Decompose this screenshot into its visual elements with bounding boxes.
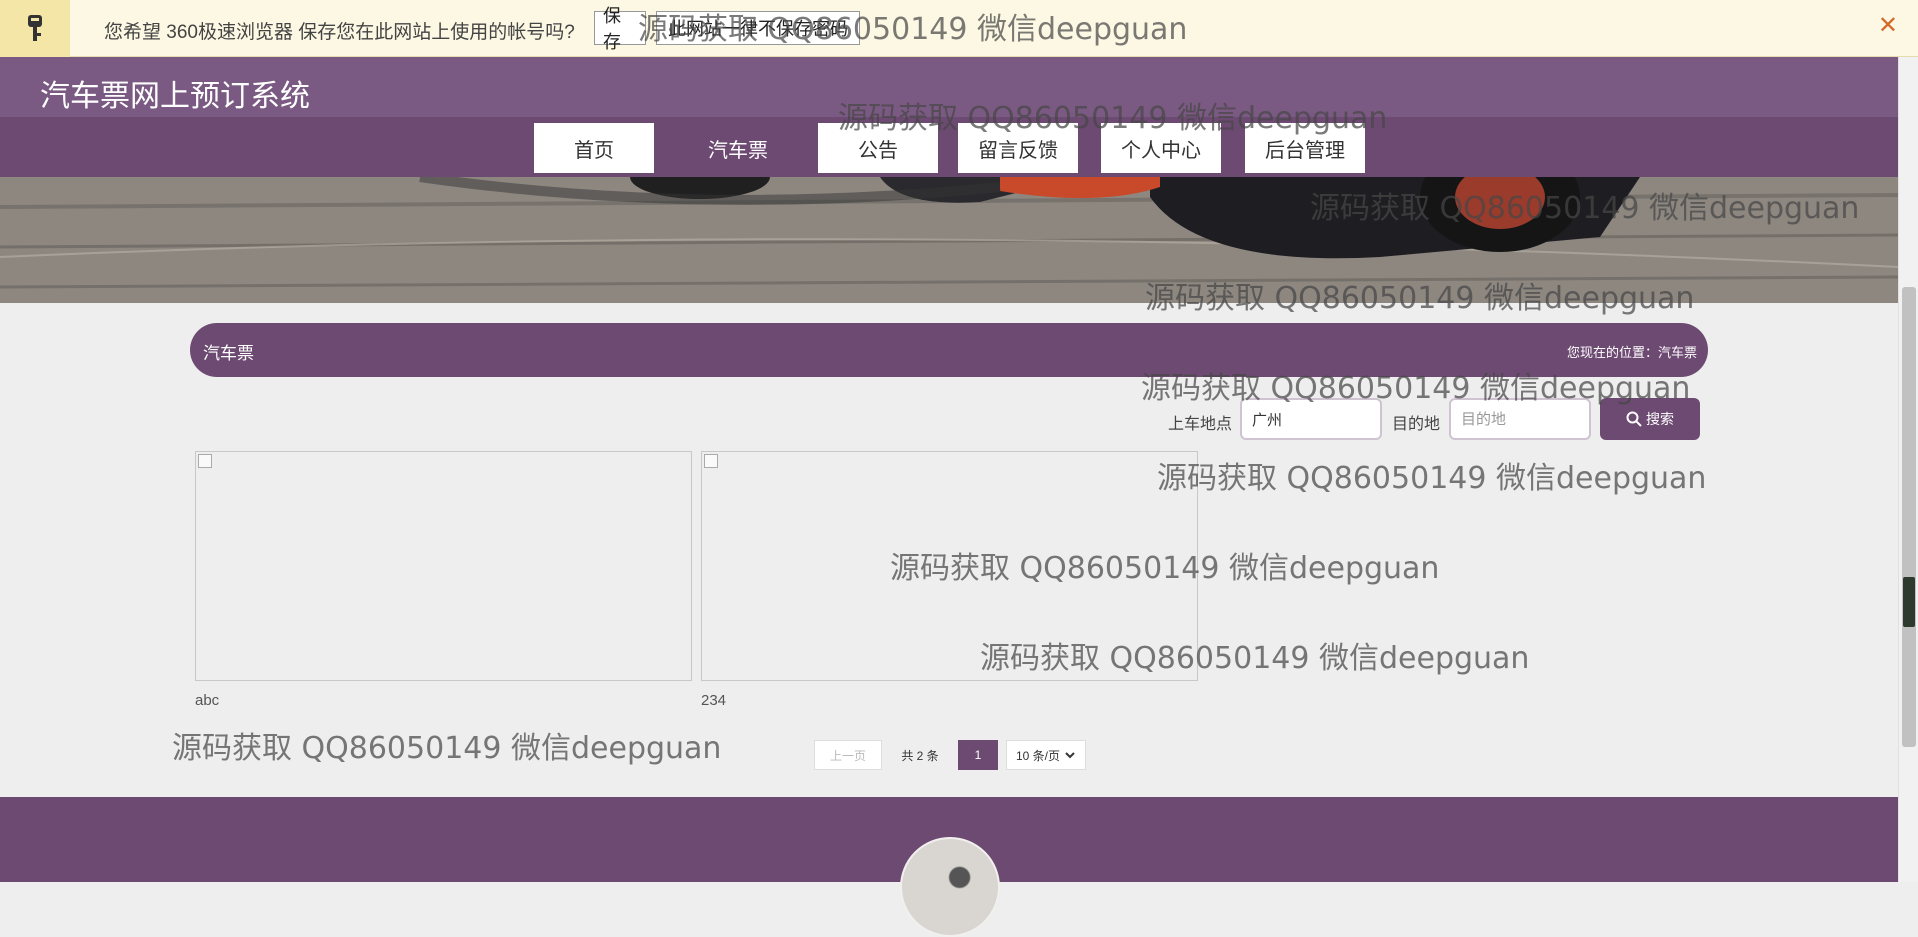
search-button[interactable]: 搜索 — [1600, 398, 1700, 440]
watermark: 源码获取 QQ86050149 微信deepguan — [172, 731, 722, 766]
destination-label: 目的地 — [1392, 416, 1441, 433]
ticket-card-image[interactable] — [195, 451, 692, 681]
broken-image-icon — [198, 454, 212, 468]
password-save-message: 您希望 360极速浏览器 保存您在此网站上使用的帐号吗? — [104, 22, 575, 43]
nav-item-feedback[interactable]: 留言反馈 — [958, 123, 1078, 173]
page-size-select[interactable]: 10 条/页 — [1006, 740, 1086, 770]
scrollbar-marker — [1903, 577, 1915, 627]
nav-item-home[interactable]: 首页 — [534, 123, 654, 173]
total-count: 共 2 条 — [901, 748, 939, 763]
departure-input[interactable] — [1240, 398, 1382, 440]
site-title: 汽车票网上预订系统 — [40, 80, 310, 113]
departure-label: 上车地点 — [1168, 416, 1233, 433]
section-title: 汽车票 — [203, 344, 254, 363]
main-nav: 首页 汽车票 公告 留言反馈 个人中心 后台管理 — [0, 117, 1898, 177]
nav-item-bus-tickets[interactable]: 汽车票 — [678, 123, 798, 173]
close-icon[interactable]: ✕ — [1878, 14, 1898, 38]
site-header: 汽车票网上预订系统 — [0, 57, 1898, 117]
scrollbar-thumb[interactable] — [1902, 287, 1916, 747]
site-footer — [0, 797, 1898, 937]
never-save-password-button[interactable]: 此网站一律不保存密码 — [656, 11, 860, 45]
nav-item-admin[interactable]: 后台管理 — [1245, 123, 1365, 173]
banner-image — [0, 177, 1898, 303]
prev-page-button[interactable]: 上一页 — [814, 740, 882, 770]
password-save-bar: 您希望 360极速浏览器 保存您在此网站上使用的帐号吗? 保存 此网站一律不保存… — [0, 0, 1918, 57]
footer-avatar — [900, 837, 1000, 937]
watermark: 源码获取 QQ86050149 微信deepguan — [1157, 461, 1707, 496]
ticket-card-label[interactable]: abc — [195, 692, 219, 709]
key-icon — [0, 0, 70, 57]
breadcrumb: 您现在的位置：汽车票 — [1566, 345, 1697, 360]
broken-image-icon — [704, 454, 718, 468]
ticket-card-image[interactable] — [701, 451, 1198, 681]
page-1-button[interactable]: 1 — [958, 740, 998, 770]
page-scrollbar[interactable] — [1898, 57, 1918, 882]
nav-item-personal-center[interactable]: 个人中心 — [1101, 123, 1221, 173]
ticket-card-label[interactable]: 234 — [701, 692, 726, 709]
page-size-value: 10 条/页 — [1015, 748, 1061, 763]
search-button-label: 搜索 — [1646, 411, 1674, 427]
chevron-down-icon — [1065, 752, 1075, 759]
save-password-button[interactable]: 保存 — [594, 6, 646, 52]
destination-input[interactable] — [1449, 398, 1591, 440]
section-header: 汽车票 您现在的位置：汽车票 — [190, 323, 1708, 377]
search-icon — [1626, 411, 1642, 427]
nav-item-announcements[interactable]: 公告 — [818, 123, 938, 173]
